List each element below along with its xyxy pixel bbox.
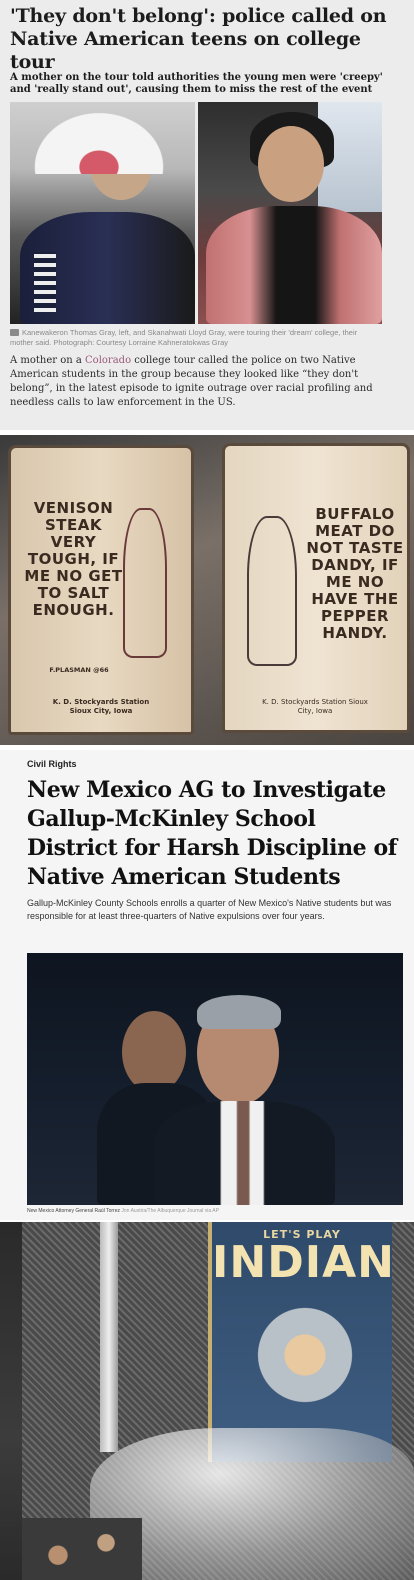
left-sign-station-text: K. D. Stockyards Station Sioux City, Iow… bbox=[52, 698, 150, 715]
attorney-general-photo bbox=[27, 953, 403, 1205]
photo-caption: Kanewakeron Thomas Gray, left, and Skana… bbox=[10, 328, 382, 348]
body-text-start: A mother on a bbox=[10, 355, 86, 366]
article-dek: Gallup-McKinley County Schools enrolls a… bbox=[27, 898, 392, 921]
section-kicker[interactable]: Civil Rights bbox=[27, 759, 77, 769]
article-headline: 'They don't belong': police called on Na… bbox=[10, 5, 387, 73]
photo-caption-text: Kanewakeron Thomas Gray, left, and Skana… bbox=[10, 328, 358, 347]
camera-icon bbox=[10, 329, 19, 336]
left-sign-cartoon-figure bbox=[123, 508, 167, 658]
article-standfirst: A mother on the tour told authorities th… bbox=[10, 72, 383, 95]
photo-left-teen bbox=[10, 102, 195, 324]
left-sign-artist-signature: F.PLASMAN @66 bbox=[49, 666, 109, 674]
right-sign-cartoon-figure bbox=[247, 516, 297, 666]
stockyard-signs-photo: VENISON STEAK VERY TOUGH, IF ME NO GET T… bbox=[0, 435, 414, 745]
right-sign-station-text: K. D. Stockyards Station Sioux City, Iow… bbox=[262, 698, 368, 715]
photo-caption: New Mexico Attorney General Raúl Torrez … bbox=[27, 1208, 403, 1214]
article-photo bbox=[10, 102, 382, 324]
right-wooden-sign: BUFFALO MEAT DO NOT TASTE DANDY, IF ME N… bbox=[222, 443, 410, 733]
colorado-link[interactable]: Colorado bbox=[85, 355, 131, 366]
left-sign-text: VENISON STEAK VERY TOUGH, IF ME NO GET T… bbox=[24, 499, 123, 619]
article-body: A mother on a Colorado college tour call… bbox=[10, 354, 390, 410]
photo-right-teen bbox=[198, 102, 382, 324]
metal-pole bbox=[100, 1222, 118, 1452]
photo-credit: Jon Austria/The Albuquerque Journal via … bbox=[121, 1208, 219, 1214]
left-wooden-sign: VENISON STEAK VERY TOUGH, IF ME NO GET T… bbox=[8, 445, 194, 735]
toy-figurines bbox=[22, 1518, 142, 1580]
right-sign-text: BUFFALO MEAT DO NOT TASTE DANDY, IF ME N… bbox=[306, 505, 404, 642]
article-title[interactable]: New Mexico AG to Investigate Gallup-McKi… bbox=[27, 776, 407, 892]
photo-caption-text: New Mexico Attorney General Raúl Torrez bbox=[27, 1208, 121, 1214]
book-title: INDIAN bbox=[212, 1237, 395, 1288]
guardian-article-clipping: 'They don't belong': police called on Na… bbox=[0, 0, 414, 430]
lets-play-indian-photo: LET'S PLAY INDIAN bbox=[0, 1222, 414, 1580]
civil-rights-article-clipping: Civil Rights New Mexico AG to Investigat… bbox=[0, 750, 414, 1220]
lets-play-indian-book: LET'S PLAY INDIAN bbox=[208, 1222, 395, 1462]
book-cover-illustration bbox=[250, 1300, 360, 1410]
